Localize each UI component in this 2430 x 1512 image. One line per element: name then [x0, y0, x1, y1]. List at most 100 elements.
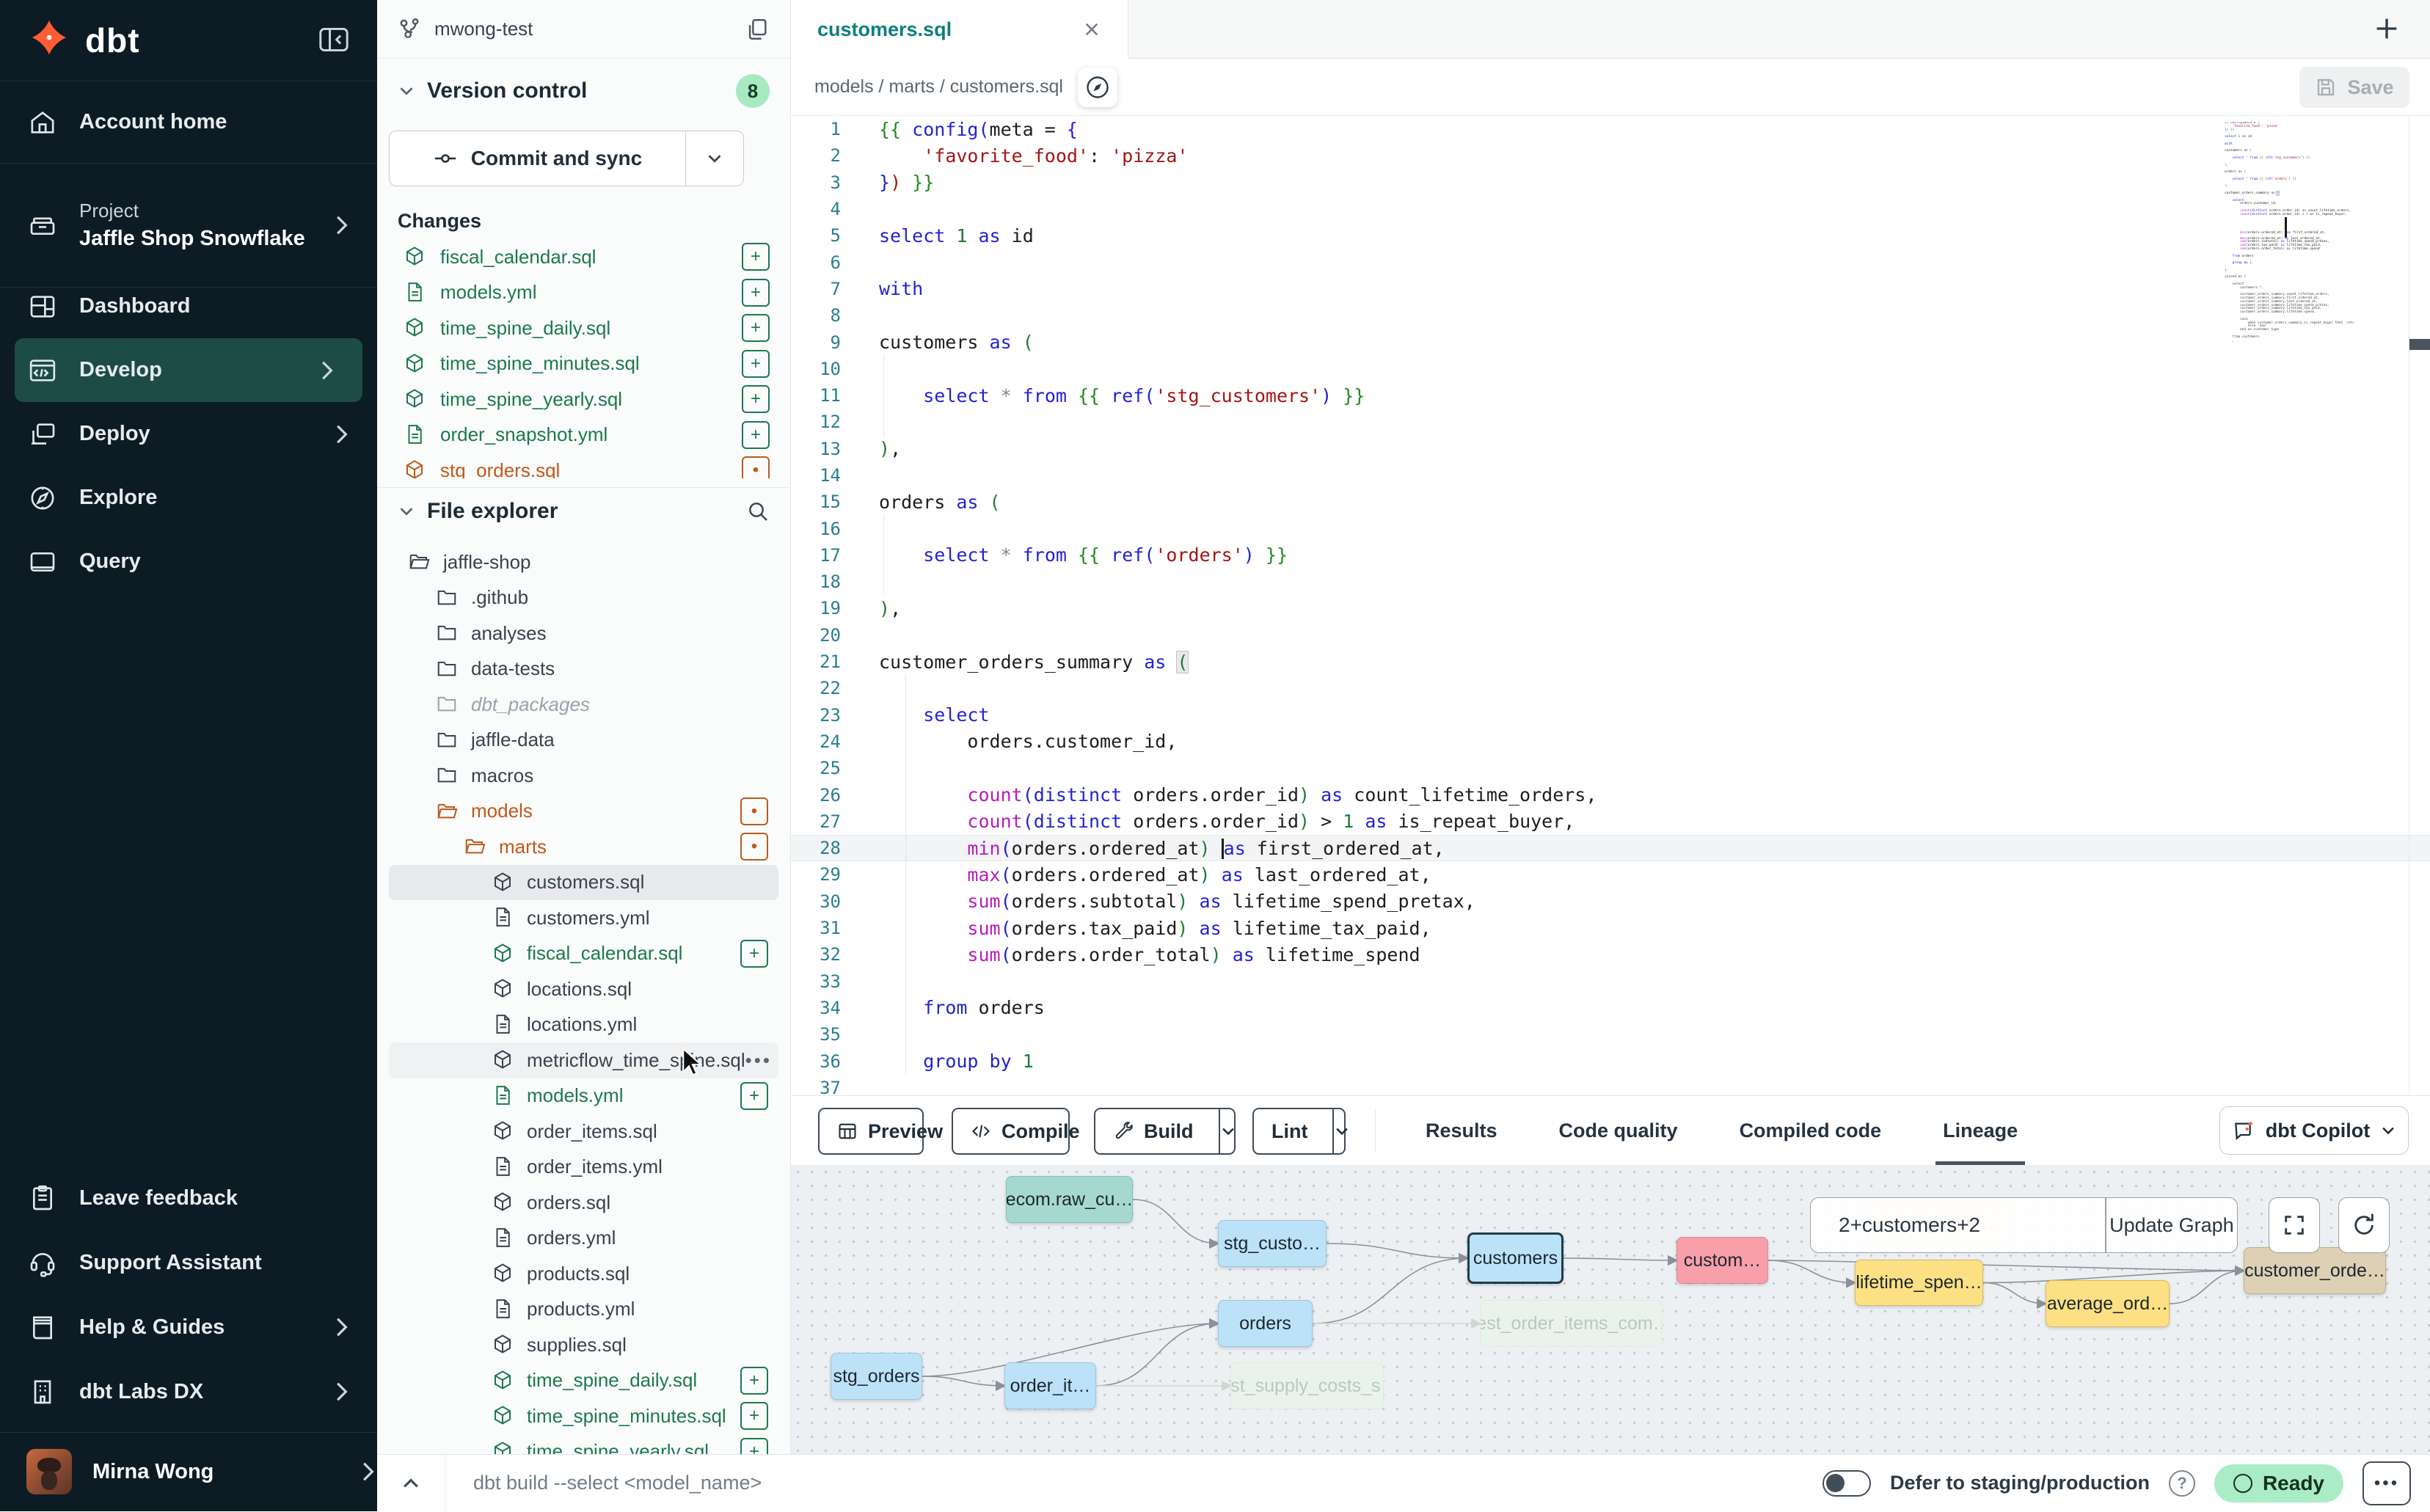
compile-button[interactable]: Compile — [952, 1108, 1070, 1155]
sidebar-item-help-guides[interactable]: Help & Guides — [0, 1295, 377, 1359]
sidebar-item-account-home[interactable]: Account home — [0, 81, 404, 163]
file-tree-item[interactable]: locations.sql — [389, 971, 778, 1007]
preview-button[interactable]: Preview — [818, 1108, 924, 1155]
file-tree-item[interactable]: marts• — [389, 829, 778, 865]
defer-toggle[interactable] — [1822, 1470, 1871, 1497]
close-icon[interactable] — [1082, 20, 1101, 39]
copy-icon[interactable] — [745, 17, 770, 42]
stage-add-badge[interactable]: + — [742, 421, 770, 449]
lineage-node-test_supply[interactable]: test_supply_costs_s… — [1230, 1362, 1384, 1409]
lineage-node-lifetime_spend[interactable]: lifetime_spen… — [1855, 1260, 1983, 1306]
file-tree-item[interactable]: metricflow_time_spine.sql••• — [389, 1042, 778, 1078]
lineage-node-test_order_items[interactable]: test_order_items_com… — [1480, 1300, 1663, 1347]
lineage-node-customers[interactable]: customers — [1467, 1232, 1564, 1284]
file-tree-item[interactable]: analyses — [389, 616, 778, 651]
sidebar-item-dashboard[interactable]: Dashboard — [0, 274, 377, 338]
file-tree-item[interactable]: products.sql — [389, 1256, 778, 1292]
code-editor[interactable]: 1{{ config(meta = {2 'favorite_food': 'p… — [791, 116, 2430, 1095]
status-badge[interactable]: Ready — [2214, 1464, 2343, 1502]
change-item[interactable]: fiscal_calendar.sql+ — [377, 239, 790, 275]
lineage-node-average_order[interactable]: average_ord… — [2046, 1280, 2170, 1327]
tab-compiled-code[interactable]: Compiled code — [1740, 1096, 1882, 1166]
tab-customers-sql[interactable]: customers.sql — [791, 0, 1128, 59]
version-control-header[interactable]: Version control 8 — [377, 70, 790, 112]
fullscreen-button[interactable] — [2269, 1197, 2320, 1253]
dbt-copilot-button[interactable]: dbt Copilot — [2219, 1106, 2409, 1155]
sidebar-item-project[interactable]: Project Jaffle Shop Snowflake — [0, 164, 377, 287]
minimap[interactable]: {{ config(meta = { 'favorite_food': 'piz… — [2225, 122, 2354, 342]
lineage-node-stg_orders[interactable]: stg_orders — [831, 1353, 922, 1400]
change-item[interactable]: time_spine_yearly.sql+ — [377, 381, 790, 417]
lineage-search-input[interactable] — [1811, 1198, 2105, 1252]
stage-add-badge[interactable]: + — [740, 1402, 768, 1430]
file-tree-item[interactable]: dbt_packages — [389, 687, 778, 723]
file-tree-item[interactable]: order_items.yml — [389, 1150, 778, 1186]
file-tree-item[interactable]: order_items.sql — [389, 1114, 778, 1150]
file-tree-item[interactable]: models.yml+ — [389, 1078, 778, 1114]
modified-badge[interactable]: • — [740, 833, 768, 861]
explore-compass-icon[interactable] — [1078, 67, 1117, 107]
file-tree-item[interactable]: supplies.sql — [389, 1327, 778, 1363]
commit-options-chevron[interactable] — [685, 131, 743, 186]
file-tree-item[interactable]: .github — [389, 580, 778, 616]
lineage-node-orders[interactable]: orders — [1218, 1300, 1313, 1347]
update-graph-button[interactable]: Update Graph — [2106, 1198, 2237, 1252]
file-tree-item[interactable]: time_spine_minutes.sql+ — [389, 1398, 778, 1434]
help-icon[interactable]: ? — [2169, 1470, 2195, 1497]
stage-add-badge[interactable]: + — [740, 1367, 768, 1395]
file-tree-item[interactable]: customers.sql — [389, 865, 778, 901]
lint-options-chevron[interactable] — [1332, 1109, 1350, 1153]
modified-badge[interactable]: • — [742, 456, 770, 478]
kebab-menu-icon[interactable]: ••• — [745, 1049, 772, 1072]
lineage-node-order_items[interactable]: order_it… — [1004, 1362, 1096, 1409]
sidebar-item-support-assistant[interactable]: Support Assistant — [0, 1230, 377, 1295]
tab-results[interactable]: Results — [1426, 1096, 1497, 1166]
stage-add-badge[interactable]: + — [742, 385, 770, 413]
new-tab-button[interactable] — [2368, 10, 2405, 47]
lineage-graph[interactable]: ecom.raw_cu… stg_custo… customers custom… or… — [791, 1165, 2430, 1454]
stage-add-badge[interactable]: + — [740, 1082, 768, 1110]
tab-code-quality[interactable]: Code quality — [1559, 1096, 1678, 1166]
change-item[interactable]: time_spine_minutes.sql+ — [377, 346, 790, 382]
more-options-button[interactable]: ••• — [2362, 1461, 2411, 1505]
change-item[interactable]: order_snapshot.yml+ — [377, 417, 790, 453]
expand-command-bar-chevron[interactable] — [377, 1473, 445, 1494]
change-item[interactable]: stg_orders.sql• — [377, 453, 790, 478]
change-item[interactable]: time_spine_daily.sql+ — [377, 310, 790, 346]
sidebar-item-develop[interactable]: Develop — [15, 338, 362, 402]
collapse-sidebar-icon[interactable] — [317, 24, 351, 55]
modified-badge[interactable]: • — [740, 797, 768, 825]
file-tree-item[interactable]: fiscal_calendar.sql+ — [389, 936, 778, 972]
file-tree-item[interactable]: time_spine_yearly.sql+ — [389, 1434, 778, 1455]
lint-button[interactable]: Lint — [1252, 1108, 1346, 1155]
file-tree-item[interactable]: jaffle-shop — [389, 544, 778, 580]
sidebar-item-explore[interactable]: Explore — [0, 466, 377, 530]
file-tree-item[interactable]: models• — [389, 794, 778, 830]
file-tree-item[interactable]: customers.yml — [389, 900, 778, 936]
search-icon[interactable] — [746, 500, 770, 523]
file-tree-item[interactable]: locations.yml — [389, 1007, 778, 1043]
stage-add-badge[interactable]: + — [742, 243, 770, 271]
file-tree-item[interactable]: macros — [389, 758, 778, 794]
file-explorer-header[interactable]: File explorer — [377, 487, 790, 530]
file-tree-item[interactable]: orders.yml — [389, 1221, 778, 1257]
file-tree-item[interactable]: orders.sql — [389, 1185, 778, 1221]
lineage-node-ecom_raw[interactable]: ecom.raw_cu… — [1006, 1176, 1133, 1223]
refresh-button[interactable] — [2338, 1197, 2390, 1253]
stage-add-badge[interactable]: + — [740, 1438, 768, 1454]
sidebar-item-user[interactable]: Mirna Wong — [0, 1439, 404, 1504]
stage-add-badge[interactable]: + — [742, 279, 770, 307]
scrollbar-thumb[interactable] — [2409, 339, 2430, 350]
lineage-node-customers_pink[interactable]: custom… — [1676, 1237, 1768, 1284]
sidebar-item-deploy[interactable]: Deploy — [0, 402, 377, 466]
stage-add-badge[interactable]: + — [742, 350, 770, 378]
tab-lineage[interactable]: Lineage — [1943, 1096, 2018, 1166]
sidebar-item-leave-feedback[interactable]: Leave feedback — [0, 1166, 377, 1230]
save-button[interactable]: Save — [2299, 67, 2409, 108]
lineage-node-customer_orders[interactable]: customer_orde… — [2244, 1247, 2386, 1294]
build-button[interactable]: Build — [1094, 1108, 1236, 1155]
file-tree-item[interactable]: jaffle-data — [389, 723, 778, 759]
file-tree-item[interactable]: data-tests — [389, 651, 778, 687]
lineage-node-stg_customers[interactable]: stg_custo… — [1218, 1220, 1327, 1267]
stage-add-badge[interactable]: + — [740, 940, 768, 968]
